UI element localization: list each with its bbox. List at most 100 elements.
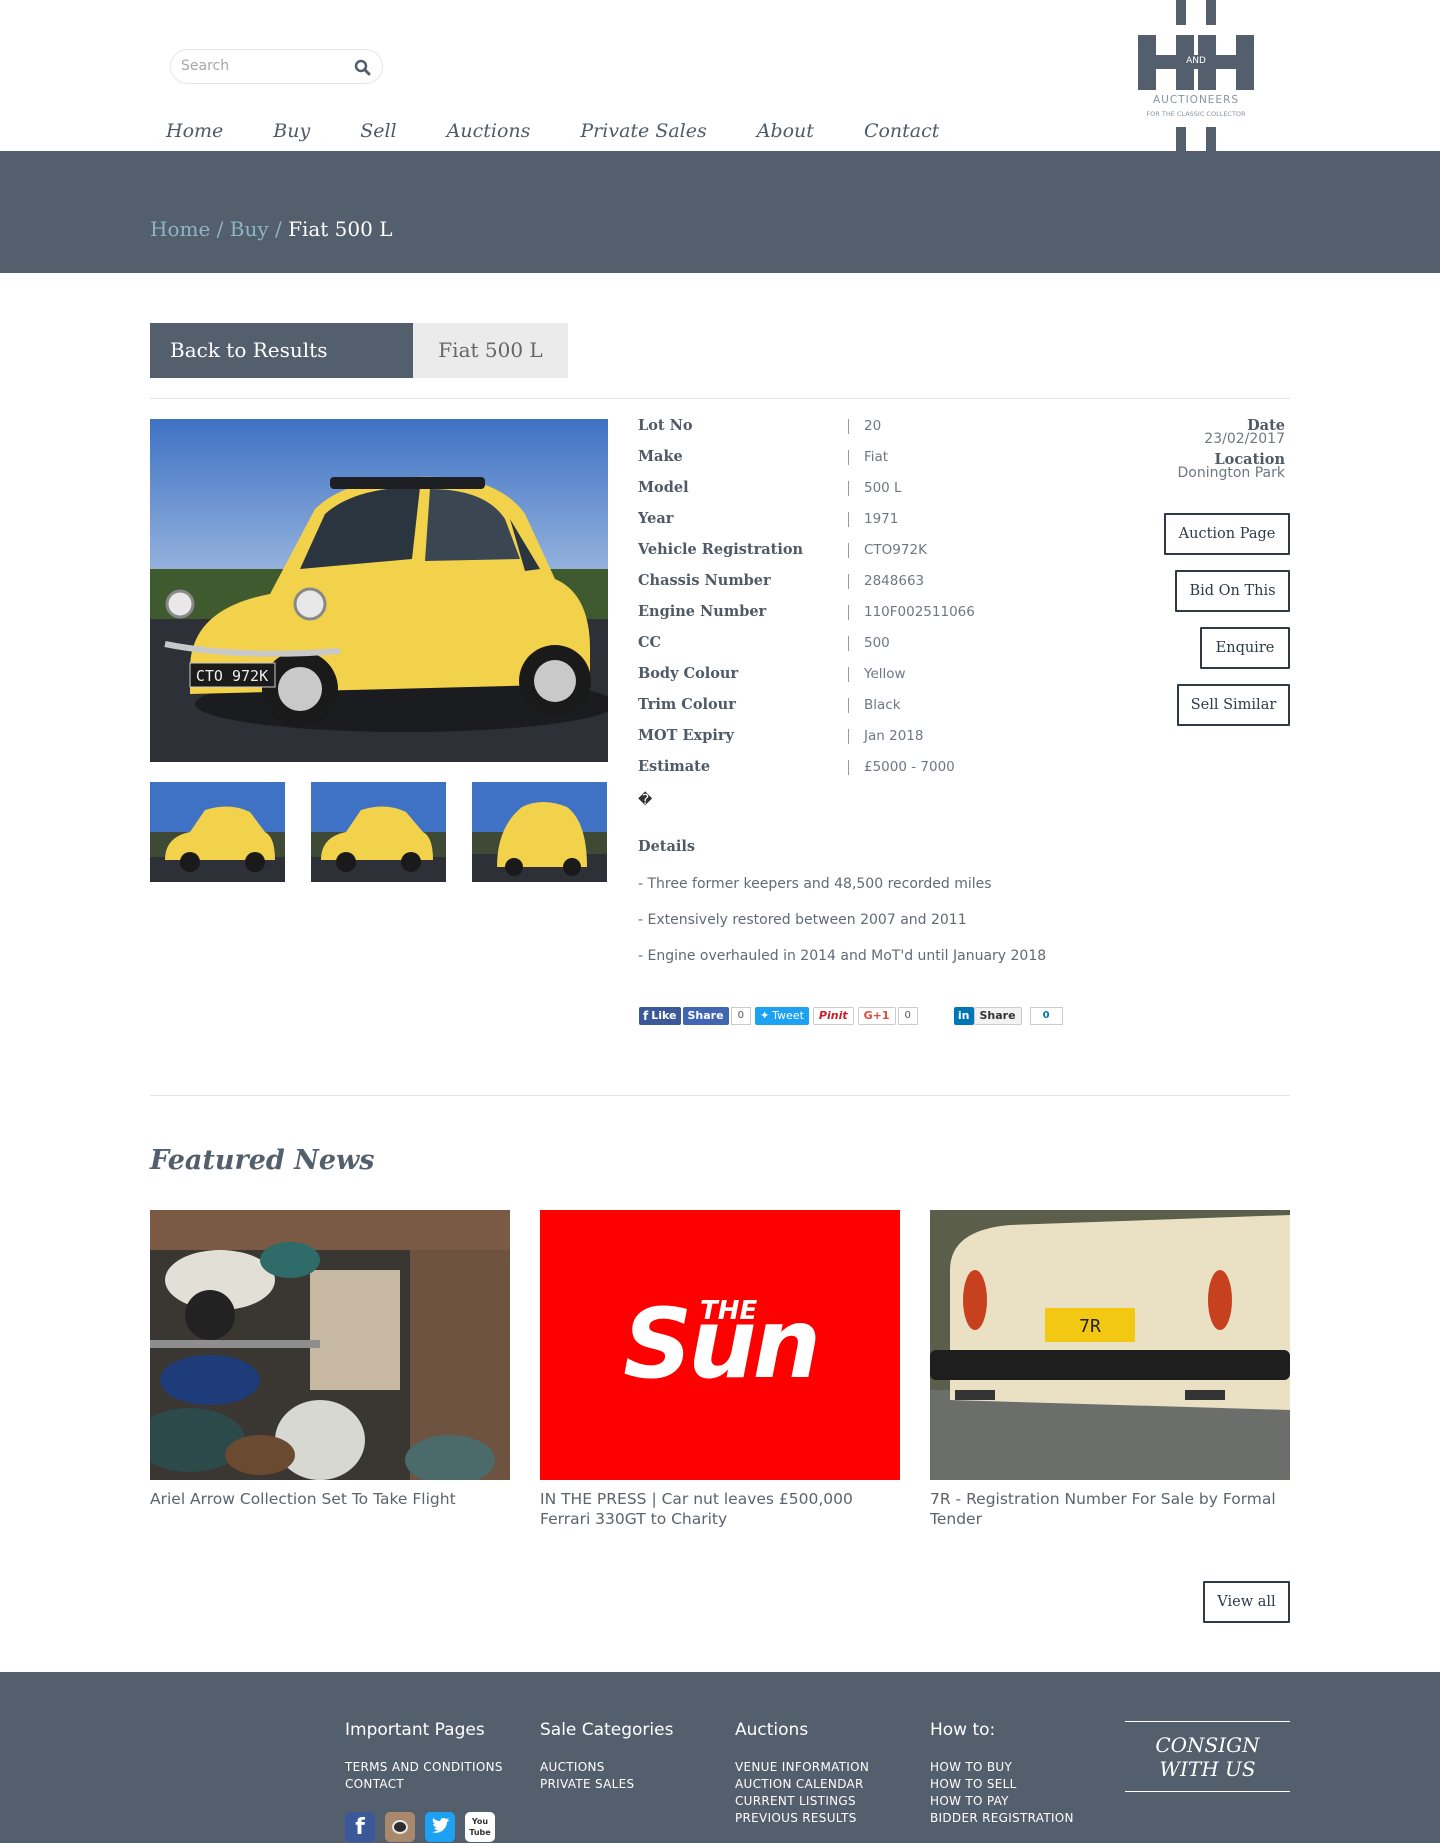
spec-value: 500 L [864, 480, 902, 496]
details-line: - Engine overhauled in 2014 and MoT'd un… [638, 948, 1047, 964]
youtube-label: You Tube [469, 1817, 491, 1837]
nav-sell[interactable]: Sell [360, 120, 396, 142]
consign-with-us-button[interactable]: CONSIGN WITH US [1125, 1721, 1290, 1792]
spec-label: Estimate [638, 758, 711, 775]
tab-current-vehicle: Fiat 500 L [413, 323, 568, 378]
thumbnail-3[interactable] [472, 782, 607, 882]
facebook-share-button[interactable]: Share [682, 1007, 729, 1025]
footer-link-private-sales[interactable]: PRIVATE SALES [540, 1776, 634, 1793]
footer-link-current[interactable]: CURRENT LISTINGS [735, 1793, 869, 1810]
footer-link-bidder-registration[interactable]: BIDDER REGISTRATION [930, 1810, 1074, 1827]
news-caption[interactable]: Ariel Arrow Collection Set To Take Fligh… [150, 1489, 510, 1509]
spec-separator [848, 574, 849, 589]
logo-subtagline: FOR THE CLASSIC COLLECTOR [1146, 110, 1246, 118]
news-image-ariel[interactable] [150, 1210, 510, 1480]
breadcrumb-buy[interactable]: Buy [230, 217, 269, 241]
youtube-icon[interactable]: You Tube [465, 1812, 495, 1842]
facebook-like-button[interactable]: f Like [639, 1007, 681, 1025]
spec-separator [848, 636, 849, 651]
share-bar: f Like Share 0 ✦ Tweet Pinit G+1 0 in Shar… [639, 1006, 1063, 1026]
nav-home[interactable]: Home [166, 120, 223, 142]
nav-private-sales[interactable]: Private Sales [580, 120, 706, 142]
spec-value: 1971 [864, 511, 899, 527]
spec-row-body-colour: Body Colour Yellow [638, 665, 1038, 696]
registration-plate-text: 7R [1079, 1316, 1101, 1337]
spec-row-estimate: Estimate £5000 - 7000 [638, 758, 1038, 789]
spec-label: CC [638, 634, 662, 651]
logo-tagline: AUCTIONEERS [1152, 94, 1240, 106]
footer-col-title: How to: [930, 1720, 996, 1740]
thumbnail-2[interactable] [311, 782, 446, 882]
news-image-the-sun[interactable]: THE Sun [540, 1210, 900, 1480]
footer-link-how-to-sell[interactable]: HOW TO SELL [930, 1776, 1074, 1793]
search-input[interactable] [181, 58, 341, 74]
location-value: Donington Park [1177, 465, 1285, 481]
main-nav: Home Buy Sell Auctions Private Sales Abo… [166, 120, 989, 142]
footer-link-how-to-buy[interactable]: HOW TO BUY [930, 1759, 1074, 1776]
spec-row-mot-expiry: MOT Expiry Jan 2018 [638, 727, 1038, 758]
tweet-button[interactable]: ✦ Tweet [754, 1007, 809, 1025]
spec-value: CTO972K [864, 542, 927, 558]
enquire-button[interactable]: Enquire [1200, 627, 1290, 669]
instagram-icon[interactable] [385, 1812, 415, 1842]
nav-buy[interactable]: Buy [273, 120, 310, 142]
spec-label: Year [638, 510, 674, 527]
spec-separator [848, 450, 849, 465]
divider [150, 398, 1290, 399]
google-plus-button[interactable]: G+1 [857, 1007, 896, 1025]
footer-link-previous[interactable]: PREVIOUS RESULTS [735, 1810, 869, 1827]
nav-about[interactable]: About [757, 120, 814, 142]
breadcrumb-home[interactable]: Home [150, 217, 210, 241]
nav-auctions[interactable]: Auctions [447, 120, 531, 142]
footer-col-links: VENUE INFORMATION AUCTION CALENDAR CURRE… [735, 1759, 869, 1827]
divider [150, 1095, 1290, 1096]
facebook-icon[interactable]: f [345, 1812, 375, 1842]
vehicle-spec-list: Lot No 20 Make Fiat Model 500 L Year 1971 Ve… [638, 417, 1038, 789]
linkedin-share-button[interactable]: Share [973, 1007, 1022, 1025]
footer-link-how-to-pay[interactable]: HOW TO PAY [930, 1793, 1074, 1810]
search-icon[interactable] [354, 59, 371, 76]
spec-row-cc: CC 500 [638, 634, 1038, 665]
footer-col-links: AUCTIONS PRIVATE SALES [540, 1759, 634, 1793]
spec-separator [848, 481, 849, 496]
spec-row-make: Make Fiat [638, 448, 1038, 479]
back-to-results-button[interactable]: Back to Results [150, 323, 413, 378]
news-caption[interactable]: IN THE PRESS | Car nut leaves £500,000 F… [540, 1489, 900, 1529]
footer-link-terms[interactable]: TERMS AND CONDITIONS [345, 1759, 503, 1776]
twitter-icon[interactable] [425, 1812, 455, 1842]
linkedin-icon[interactable]: in [953, 1007, 974, 1025]
spec-row-model: Model 500 L [638, 479, 1038, 510]
footer-link-auctions[interactable]: AUCTIONS [540, 1759, 634, 1776]
spec-separator [848, 667, 849, 682]
view-all-button[interactable]: View all [1203, 1581, 1290, 1623]
site-logo[interactable]: AND AUCTIONEERS FOR THE CLASSIC COLLECTO… [1138, 0, 1254, 152]
spec-separator [848, 698, 849, 713]
sell-similar-button[interactable]: Sell Similar [1177, 684, 1290, 726]
footer-col-links: HOW TO BUY HOW TO SELL HOW TO PAY BIDDER… [930, 1759, 1074, 1827]
featured-news-heading: Featured News [150, 1145, 375, 1176]
spec-value: Yellow [864, 666, 906, 682]
google-plus-count: 0 [897, 1007, 918, 1025]
spec-label: Model [638, 479, 689, 496]
details-line: - Extensively restored between 2007 and … [638, 912, 967, 928]
page-header-band [0, 151, 1440, 273]
details-line: - Three former keepers and 48,500 record… [638, 876, 992, 892]
bid-on-this-button[interactable]: Bid On This [1175, 570, 1290, 612]
news-image-7r[interactable]: 7R [930, 1210, 1290, 1480]
breadcrumb: Home / Buy / Fiat 500 L [150, 217, 393, 241]
spec-separator [848, 543, 849, 558]
footer-link-contact[interactable]: CONTACT [345, 1776, 503, 1793]
footer-link-calendar[interactable]: AUCTION CALENDAR [735, 1776, 869, 1793]
main-vehicle-image[interactable]: CTO 972K [150, 419, 608, 762]
news-caption[interactable]: 7R - Registration Number For Sale by For… [930, 1489, 1290, 1529]
pinit-button[interactable]: Pinit [812, 1007, 854, 1025]
auction-page-button[interactable]: Auction Page [1164, 513, 1290, 555]
fb-like-label: Like [651, 1009, 677, 1022]
nav-contact[interactable]: Contact [864, 120, 939, 142]
thumbnail-1[interactable] [150, 782, 285, 882]
footer-col-title: Sale Categories [540, 1720, 674, 1740]
linkedin-count: 0 [1029, 1007, 1063, 1025]
spec-row-chassis: Chassis Number 2848663 [638, 572, 1038, 603]
footer-link-venue[interactable]: VENUE INFORMATION [735, 1759, 869, 1776]
hh-logo-icon [1138, 0, 1254, 152]
